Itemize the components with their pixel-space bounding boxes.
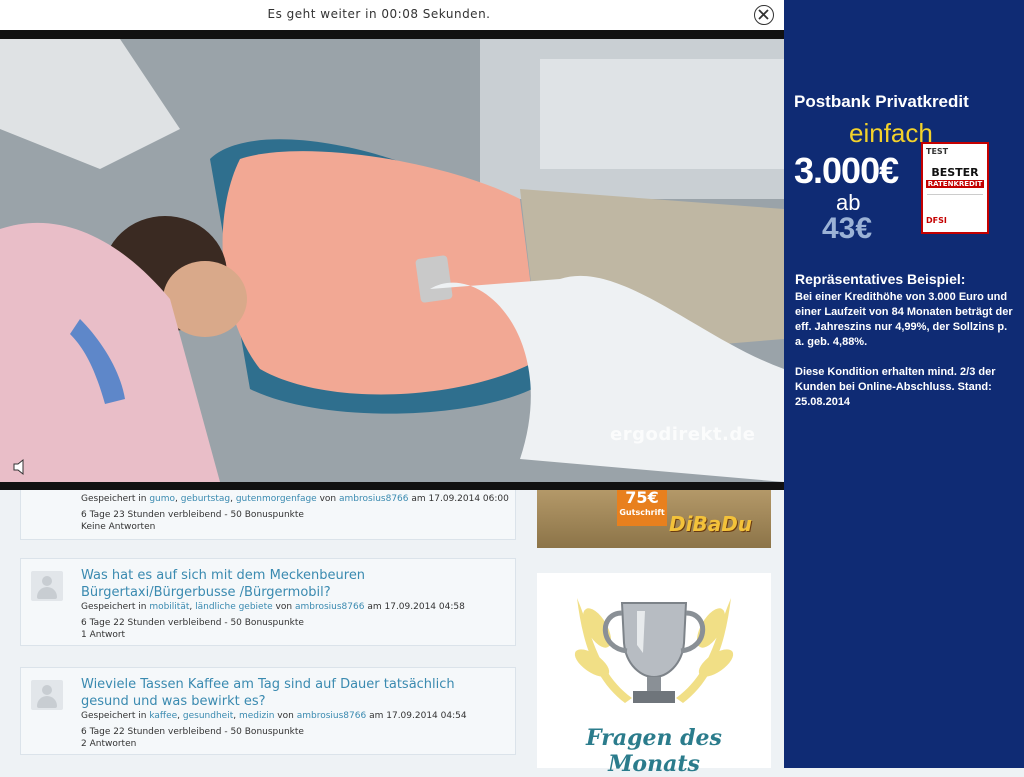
tag-link[interactable]: gesundheit	[183, 711, 233, 721]
question-title-link[interactable]: Wieviele Tassen Kaffee am Tag sind auf D…	[81, 676, 501, 710]
question-remaining: 6 Tage 23 Stunden verbleibend - 50 Bonus…	[81, 510, 304, 520]
ad-title: Postbank Privatkredit	[794, 92, 969, 111]
user-link[interactable]: ambrosius8766	[297, 711, 367, 721]
tag-link[interactable]: geburtstag	[181, 494, 230, 504]
question-remaining: 6 Tage 22 Stunden verbleibend - 50 Bonus…	[81, 727, 304, 737]
question-card: Wieviele Tassen Kaffee am Tag sind auf D…	[20, 667, 516, 755]
ad-example-body: Bei einer Kredithöhe von 3.000 Euro und …	[795, 291, 1013, 408]
trophy-label: Fragen des Monats	[586, 725, 722, 777]
ad-example-title: Repräsentatives Beispiel:	[795, 271, 966, 287]
postbank-ad[interactable]: Postbank Privatkredit einfach 3.000€ ab …	[784, 0, 1024, 768]
tag-link[interactable]: gutenmorgenfage	[236, 494, 317, 504]
test-seal: TEST BESTER RATENKREDIT DFSI	[921, 142, 989, 234]
user-link[interactable]: ambrosius8766	[295, 602, 365, 612]
tag-link[interactable]: kaffee	[149, 711, 177, 721]
volume-button[interactable]	[10, 457, 34, 477]
question-meta: Gespeichert in mobilität, ländliche gebi…	[81, 602, 465, 612]
video-frame: ergodirekt.de	[0, 39, 784, 482]
bank-logo: DiBaDu	[669, 512, 753, 536]
avatar	[31, 571, 63, 601]
fragen-des-monats-box[interactable]: Fragen des Monats	[537, 573, 771, 777]
tag-link[interactable]: mobilität	[149, 602, 189, 612]
trophy-icon	[574, 598, 734, 703]
question-answers: 2 Antworten	[81, 739, 137, 749]
question-meta: Gespeichert in kaffee, gesundheit, mediz…	[81, 711, 467, 721]
interstitial-header: Es geht weiter in 00:08 Sekunden.	[0, 0, 784, 30]
question-title-link[interactable]: Was hat es auf sich mit dem Meckenbeuren…	[81, 567, 501, 601]
tag-link[interactable]: ländliche gebiete	[195, 602, 273, 612]
avatar	[31, 680, 63, 710]
close-icon	[758, 9, 769, 20]
ad-amount: 3.000€	[794, 150, 899, 191]
countdown-text: Es geht weiter in 00:08 Sekunden.	[267, 7, 491, 21]
close-button[interactable]	[754, 5, 774, 25]
video-player[interactable]: ergodirekt.de	[0, 30, 784, 490]
tag-link[interactable]: gumo	[149, 494, 175, 504]
speaker-icon	[13, 458, 24, 476]
question-answers: Keine Antworten	[81, 522, 156, 532]
question-answers: 1 Antwort	[81, 630, 126, 640]
bonus-badge: 75€ Gutschrift	[617, 488, 667, 526]
question-card: Was hat es auf sich mit dem Meckenbeuren…	[20, 558, 516, 646]
ad-rate: 43€	[822, 212, 873, 245]
video-still-image	[0, 39, 784, 482]
user-link[interactable]: ambrosius8766	[339, 494, 409, 504]
question-meta: Gespeichert in gumo, geburtstag, gutenmo…	[81, 494, 509, 504]
question-remaining: 6 Tage 22 Stunden verbleibend - 50 Bonus…	[81, 618, 304, 628]
side-banner-ad[interactable]: 75€ Gutschrift DiBaDu	[537, 488, 771, 548]
tag-link[interactable]: medizin	[239, 711, 274, 721]
video-watermark: ergodirekt.de	[610, 424, 756, 445]
